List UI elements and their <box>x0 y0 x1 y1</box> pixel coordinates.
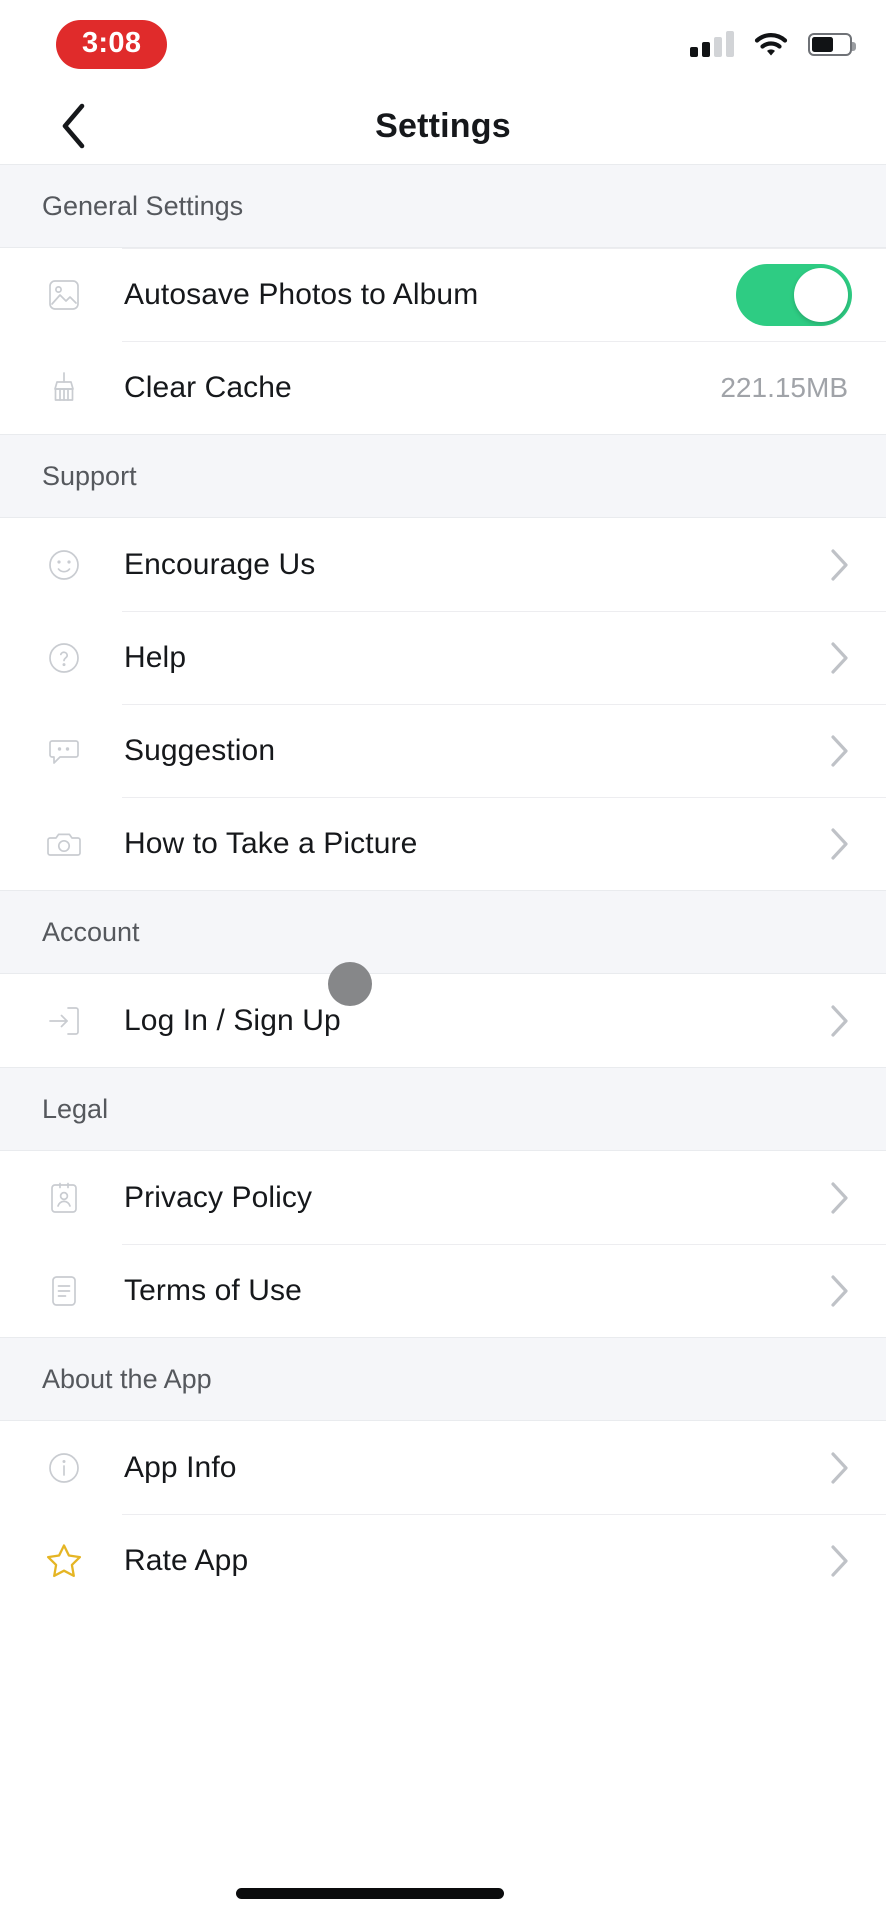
row-label: Privacy Policy <box>124 1180 313 1214</box>
status-time-pill: 3:08 <box>56 19 168 69</box>
smiley-face-icon <box>42 543 86 587</box>
row-privacy-policy[interactable]: Privacy Policy <box>0 1151 886 1244</box>
section-header-support: Support <box>0 434 886 518</box>
section-header-about-the-app: About the App <box>0 1337 886 1421</box>
section-header-account: Account <box>0 890 886 974</box>
chevron-right-icon <box>826 1002 852 1040</box>
chevron-right-icon <box>826 1542 852 1580</box>
chevron-right-icon <box>826 1272 852 1310</box>
cellular-signal-icon <box>690 31 734 57</box>
row-label: Encourage Us <box>124 547 316 581</box>
row-autosave-photos[interactable]: Autosave Photos to Album <box>0 248 886 341</box>
chevron-right-icon <box>826 825 852 863</box>
row-label: Terms of Use <box>124 1273 302 1307</box>
row-terms-of-use[interactable]: Terms of Use <box>0 1244 886 1337</box>
row-log-in-sign-up[interactable]: Log In / Sign Up <box>0 974 886 1067</box>
clear-cache-size-value: 221.15MB <box>720 371 848 403</box>
row-label: Help <box>124 640 187 674</box>
row-app-info[interactable]: App Info <box>0 1421 886 1514</box>
row-label: How to Take a Picture <box>124 826 418 860</box>
back-chevron-icon[interactable] <box>44 96 104 156</box>
row-label: Log In / Sign Up <box>124 1003 341 1037</box>
row-label: Suggestion <box>124 733 276 767</box>
photo-image-icon <box>42 273 86 317</box>
row-label: App Info <box>124 1450 237 1484</box>
section-header-general-settings: General Settings <box>0 164 886 248</box>
question-mark-circle-icon <box>42 636 86 680</box>
camera-icon <box>42 822 86 866</box>
navigation-bar: Settings <box>0 88 886 164</box>
page-title: Settings <box>375 106 511 145</box>
broom-brush-icon <box>42 366 86 410</box>
home-indicator-bar <box>236 1888 504 1899</box>
chevron-right-icon <box>826 1449 852 1487</box>
row-help[interactable]: Help <box>0 611 886 704</box>
speech-bubble-icon <box>42 729 86 773</box>
row-rate-app[interactable]: Rate App <box>0 1514 886 1607</box>
row-label: Clear Cache <box>124 370 292 404</box>
battery-icon <box>808 32 856 56</box>
status-icon-group <box>690 31 856 57</box>
document-lines-icon <box>42 1269 86 1313</box>
star-outline-icon <box>42 1539 86 1583</box>
chevron-right-icon <box>826 1179 852 1217</box>
status-bar: 3:08 <box>0 0 886 88</box>
info-circle-icon <box>42 1446 86 1490</box>
autosave-photos-toggle[interactable] <box>736 263 852 326</box>
login-arrow-icon <box>42 999 86 1043</box>
section-header-legal: Legal <box>0 1067 886 1151</box>
row-clear-cache[interactable]: Clear Cache 221.15MB <box>0 341 886 434</box>
row-label: Autosave Photos to Album <box>124 277 479 311</box>
row-label: Rate App <box>124 1543 249 1577</box>
chevron-right-icon <box>826 732 852 770</box>
wifi-icon <box>754 31 788 57</box>
row-how-to-take-a-picture[interactable]: How to Take a Picture <box>0 797 886 890</box>
id-card-icon <box>42 1176 86 1220</box>
row-suggestion[interactable]: Suggestion <box>0 704 886 797</box>
chevron-right-icon <box>826 639 852 677</box>
chevron-right-icon <box>826 546 852 584</box>
row-encourage-us[interactable]: Encourage Us <box>0 518 886 611</box>
